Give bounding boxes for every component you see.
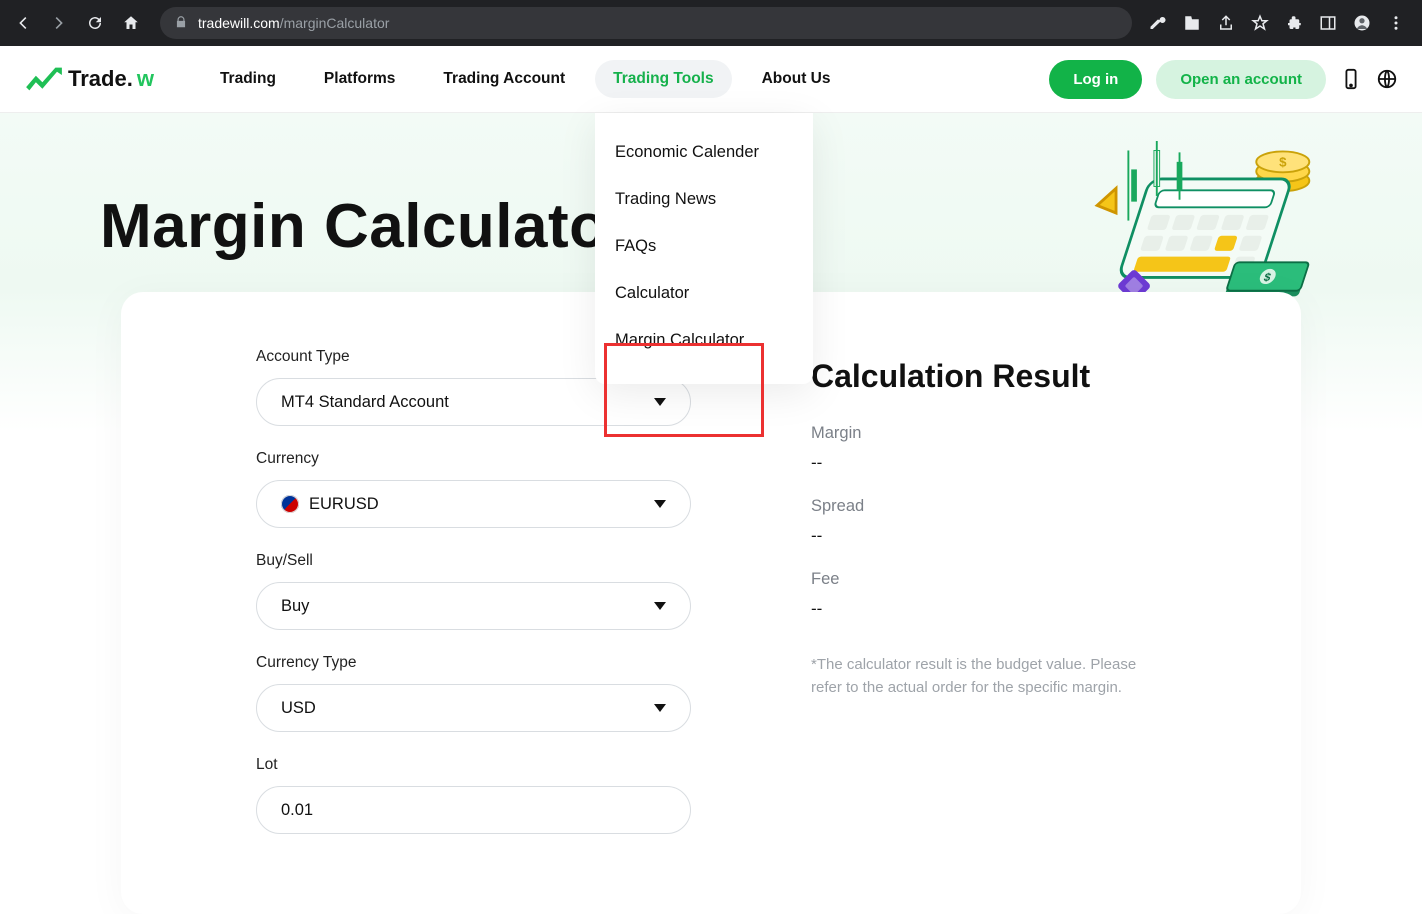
reload-button[interactable] — [82, 10, 108, 36]
field-lot: Lot — [256, 756, 691, 834]
result-column: Calculation Result Margin -- Spread -- F… — [811, 348, 1171, 858]
caret-down-icon — [654, 398, 666, 406]
dropdown-calculator[interactable]: Calculator — [595, 270, 813, 317]
star-icon[interactable] — [1250, 13, 1270, 33]
label-lot: Lot — [256, 756, 691, 774]
dropdown-faqs[interactable]: FAQs — [595, 223, 813, 270]
globe-icon[interactable] — [1376, 68, 1398, 90]
label-currency: Currency — [256, 450, 691, 468]
result-spread-value: -- — [811, 526, 1171, 546]
address-bar[interactable]: tradewill.com/marginCalculator — [160, 7, 1132, 39]
site-header: Trade.w Trading Platforms Trading Accoun… — [0, 46, 1422, 113]
home-button[interactable] — [118, 10, 144, 36]
logo-icon — [24, 66, 64, 92]
field-currency-type: Currency Type USD — [256, 654, 691, 732]
result-margin-label: Margin — [811, 424, 1171, 443]
lock-icon — [174, 15, 188, 32]
browser-chrome: tradewill.com/marginCalculator — [0, 0, 1422, 46]
nav-about-us[interactable]: About Us — [744, 60, 849, 98]
key-icon[interactable] — [1148, 13, 1168, 33]
field-currency: Currency EURUSD — [256, 450, 691, 528]
trading-tools-dropdown: Economic Calender Trading News FAQs Calc… — [595, 113, 813, 384]
result-spread-label: Spread — [811, 497, 1171, 516]
result-margin-value: -- — [811, 453, 1171, 473]
caret-down-icon — [654, 500, 666, 508]
currency-flag-icon — [281, 495, 299, 513]
nav-trading[interactable]: Trading — [202, 60, 294, 98]
main-nav: Trading Platforms Trading Account Tradin… — [202, 60, 849, 98]
select-value: USD — [281, 699, 316, 718]
label-buy-sell: Buy/Sell — [256, 552, 691, 570]
logo-text: Trade. — [68, 66, 133, 92]
forward-button[interactable] — [46, 10, 72, 36]
profile-icon[interactable] — [1352, 13, 1372, 33]
result-fee-label: Fee — [811, 570, 1171, 589]
calculator-card: Account Type MT4 Standard Account Curren… — [121, 292, 1301, 914]
result-disclaimer: *The calculator result is the budget val… — [811, 653, 1171, 700]
header-right: Log in Open an account — [1049, 60, 1398, 99]
result-fee-value: -- — [811, 599, 1171, 619]
panel-icon[interactable] — [1318, 13, 1338, 33]
dropdown-economic-calender[interactable]: Economic Calender — [595, 129, 813, 176]
field-buy-sell: Buy/Sell Buy — [256, 552, 691, 630]
extensions-icon[interactable] — [1284, 13, 1304, 33]
dropdown-margin-calculator[interactable]: Margin Calculator — [595, 317, 813, 364]
select-currency[interactable]: EURUSD — [256, 480, 691, 528]
label-currency-type: Currency Type — [256, 654, 691, 672]
nav-trading-tools[interactable]: Trading Tools — [595, 60, 731, 98]
input-lot[interactable] — [256, 786, 691, 834]
translate-icon[interactable] — [1182, 13, 1202, 33]
select-buy-sell[interactable]: Buy — [256, 582, 691, 630]
caret-down-icon — [654, 602, 666, 610]
currency-value-text: EURUSD — [309, 495, 379, 514]
caret-down-icon — [654, 704, 666, 712]
select-account-type[interactable]: MT4 Standard Account — [256, 378, 691, 426]
back-button[interactable] — [10, 10, 36, 36]
select-value: MT4 Standard Account — [281, 393, 449, 412]
select-currency-type[interactable]: USD — [256, 684, 691, 732]
chrome-right-icons — [1148, 13, 1412, 33]
menu-icon[interactable] — [1386, 13, 1406, 33]
logo[interactable]: Trade.w — [24, 66, 154, 92]
mobile-icon[interactable] — [1340, 68, 1362, 90]
result-title: Calculation Result — [811, 356, 1171, 396]
logo-suffix: w — [137, 66, 154, 92]
open-account-button[interactable]: Open an account — [1156, 60, 1326, 99]
login-button[interactable]: Log in — [1049, 60, 1142, 99]
form-column: Account Type MT4 Standard Account Curren… — [256, 348, 691, 858]
svg-text:$: $ — [1279, 155, 1287, 170]
dropdown-trading-news[interactable]: Trading News — [595, 176, 813, 223]
select-value: Buy — [281, 597, 309, 616]
nav-platforms[interactable]: Platforms — [306, 60, 414, 98]
select-value: EURUSD — [281, 495, 379, 514]
share-icon[interactable] — [1216, 13, 1236, 33]
url-text: tradewill.com/marginCalculator — [198, 15, 389, 31]
nav-trading-account[interactable]: Trading Account — [425, 60, 583, 98]
